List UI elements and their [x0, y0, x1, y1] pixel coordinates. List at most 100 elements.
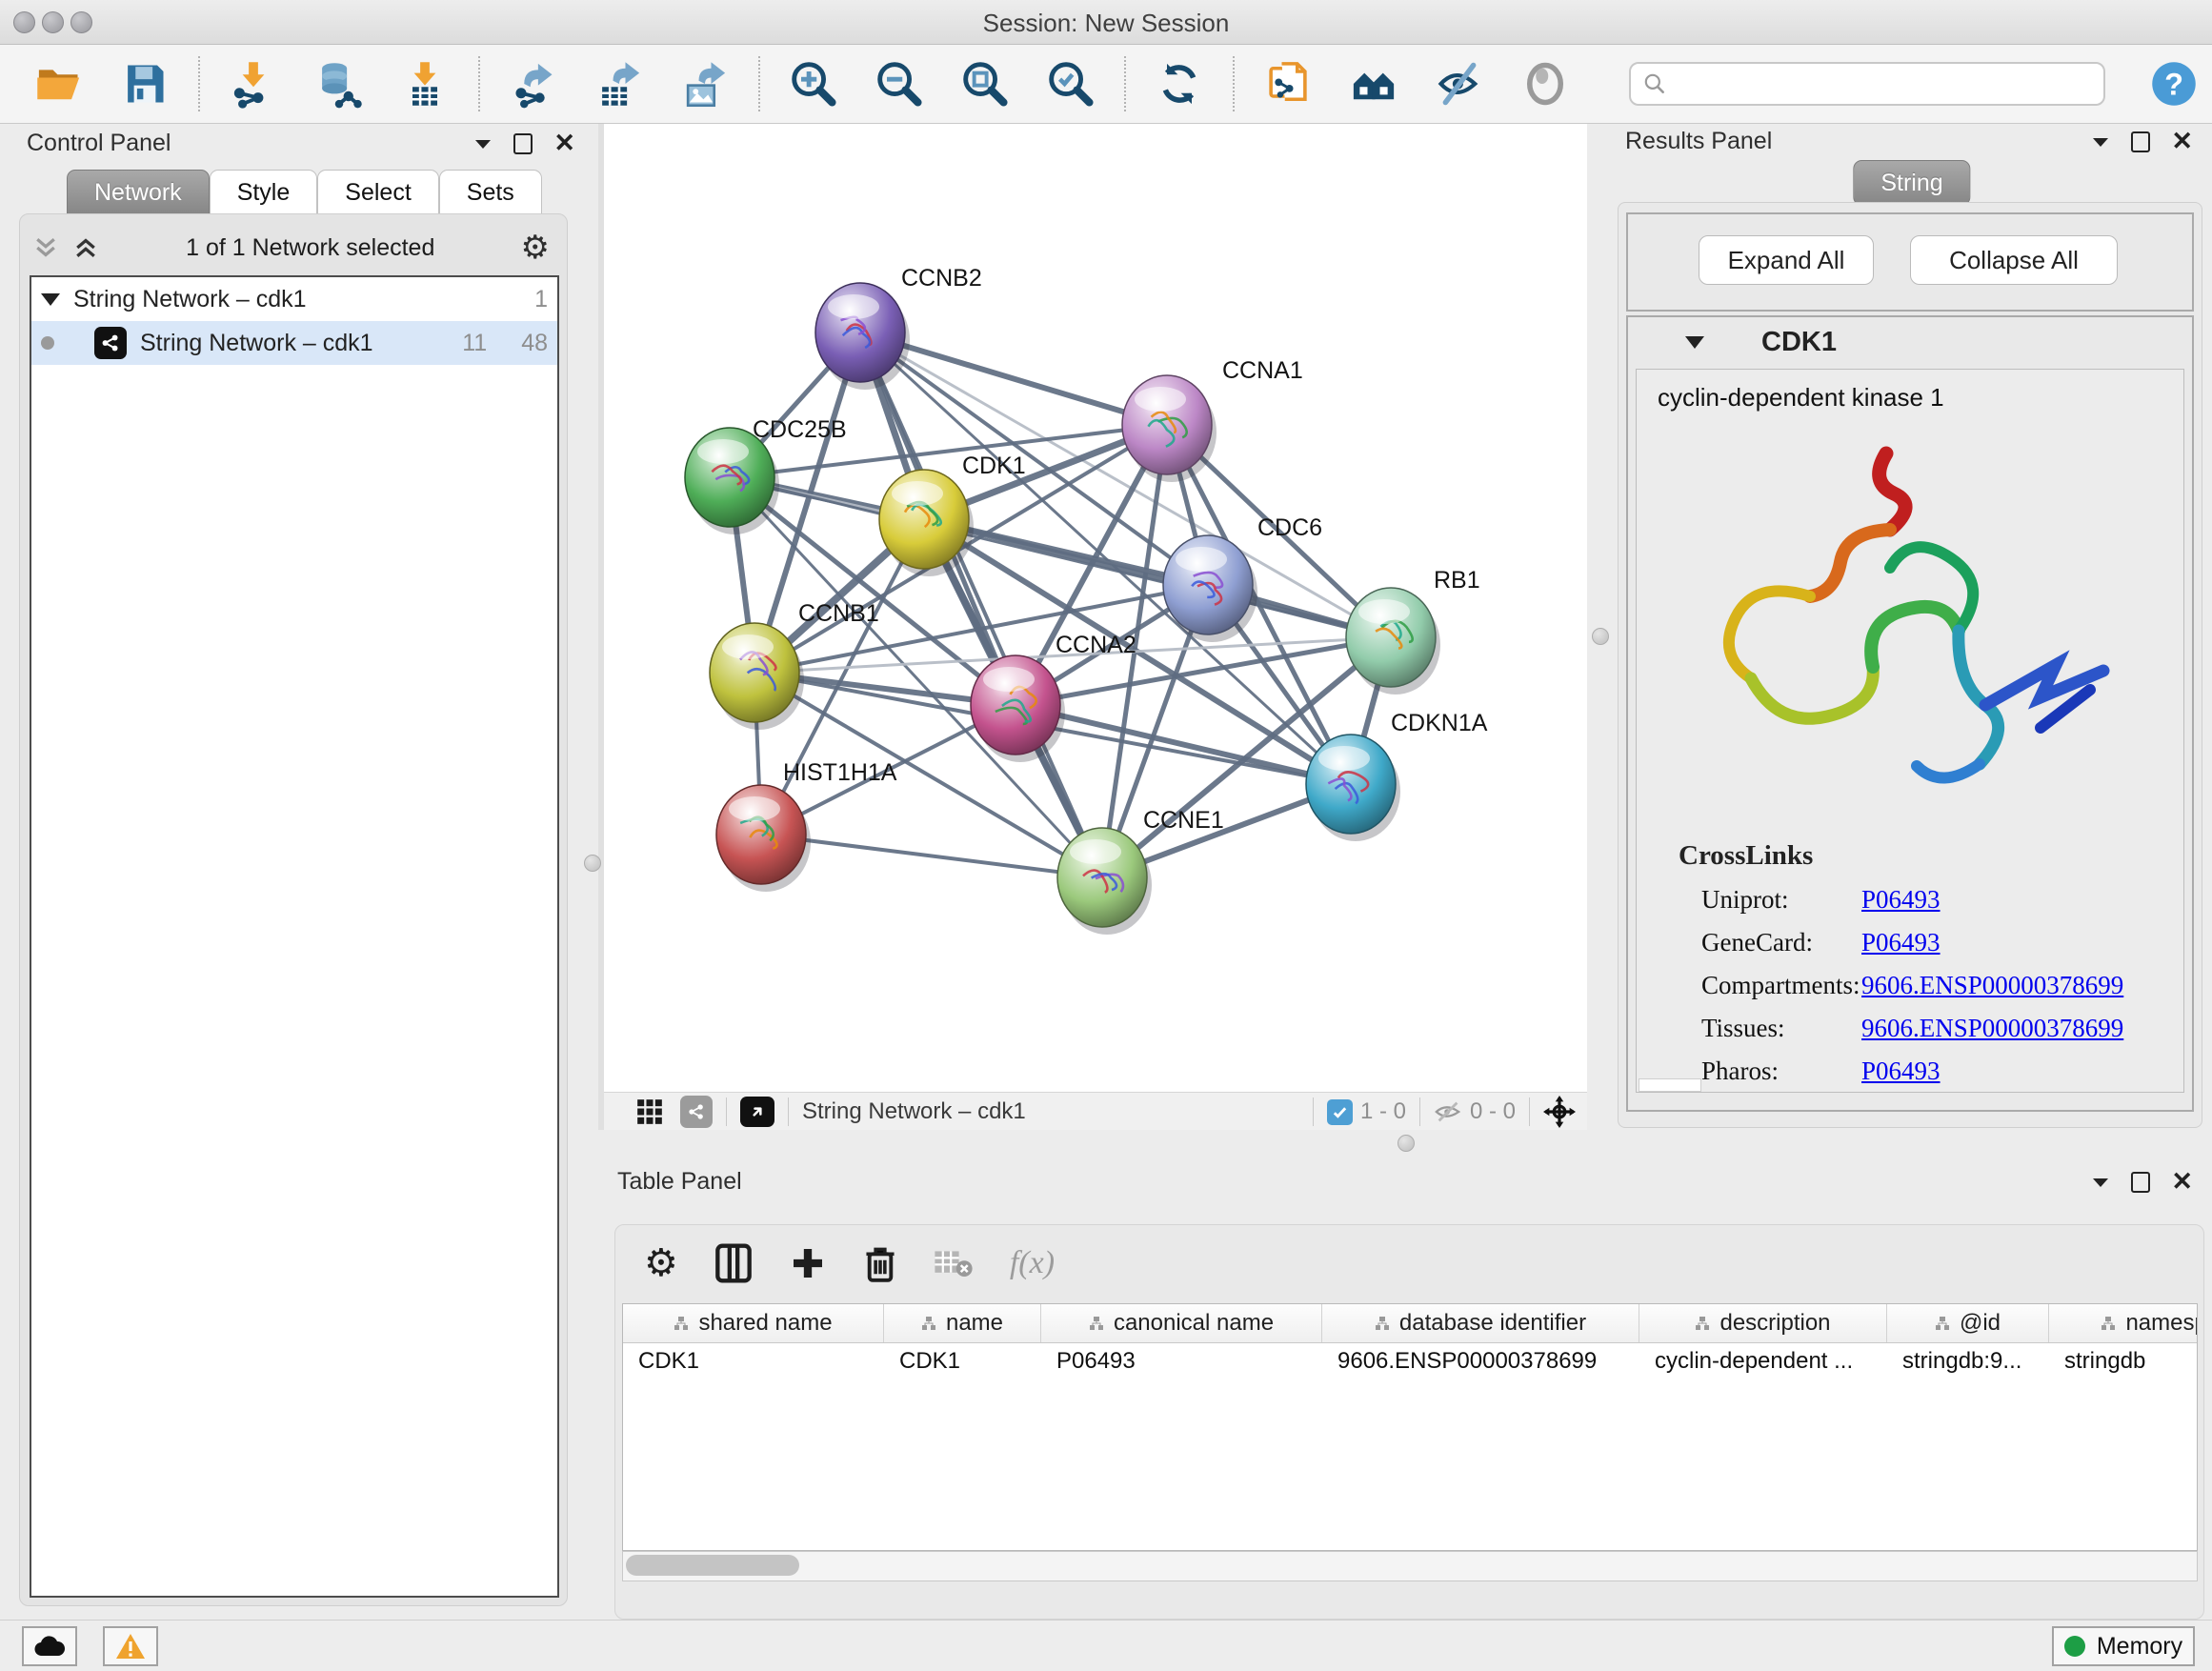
import-network-file-icon[interactable]	[227, 57, 280, 111]
network-row[interactable]: String Network – cdk1 11 48	[31, 321, 557, 365]
left-splitter-handle[interactable]	[584, 855, 601, 872]
show-columns-icon[interactable]	[714, 1242, 753, 1284]
collapse-gene-icon[interactable]	[1685, 336, 1704, 349]
table-horizontal-scrollbar[interactable]	[622, 1551, 2198, 1581]
network-collection-row[interactable]: String Network – cdk1 1	[31, 277, 557, 321]
open-session-icon[interactable]	[32, 57, 86, 111]
results-panel-title: Results Panel	[1625, 128, 1772, 155]
collapse-all-button[interactable]: Collapse All	[1910, 235, 2118, 285]
right-splitter-handle[interactable]	[1592, 628, 1609, 645]
column-header[interactable]: canonical name	[1041, 1304, 1322, 1342]
memory-button[interactable]: Memory	[2052, 1626, 2195, 1666]
export-image-icon[interactable]	[678, 57, 732, 111]
search-field[interactable]	[1667, 65, 2103, 103]
network-node-cdc25b[interactable]: CDC25B	[685, 416, 847, 534]
export-network-icon[interactable]	[507, 57, 560, 111]
close-panel-icon[interactable]: ✕	[2171, 1169, 2193, 1195]
gene-name: CDK1	[1761, 327, 1837, 358]
table-cell[interactable]: stringdb:9...	[1887, 1343, 2049, 1381]
column-network-icon	[1695, 1316, 1710, 1331]
hide-graphics-details-icon[interactable]	[1433, 57, 1486, 111]
save-session-icon[interactable]	[118, 57, 171, 111]
close-panel-icon[interactable]: ✕	[2171, 129, 2193, 154]
tab-network[interactable]: Network	[67, 170, 210, 215]
crosslink-link[interactable]: P06493	[1861, 1057, 1941, 1086]
birds-eye-icon[interactable]	[740, 1097, 774, 1127]
refresh-icon[interactable]	[1153, 57, 1206, 111]
network-node-rb1[interactable]: RB1	[1346, 567, 1480, 695]
collapse-all-icon[interactable]	[31, 233, 60, 262]
network-node-hist1h1a[interactable]: HIST1H1A	[716, 759, 897, 892]
selected-checkbox-icon[interactable]	[1327, 1099, 1353, 1125]
network-node-ccnb1[interactable]: CCNB1	[710, 600, 879, 730]
maximize-panel-icon[interactable]	[513, 133, 533, 154]
zoom-selected-icon[interactable]	[1044, 57, 1097, 111]
zoom-out-icon[interactable]	[873, 57, 926, 111]
crosslink-link[interactable]: 9606.ENSP00000378699	[1861, 971, 2123, 1000]
table-cell[interactable]: P06493	[1041, 1343, 1322, 1381]
right-splitter[interactable]	[1587, 124, 1612, 1130]
float-panel-icon[interactable]	[2091, 1176, 2110, 1189]
network-node-cdk1[interactable]: CDK1	[879, 453, 1026, 576]
column-header[interactable]: shared name	[623, 1304, 884, 1342]
zoom-fit-icon[interactable]	[958, 57, 1012, 111]
show-all-networks-icon[interactable]	[1347, 57, 1400, 111]
table-scrollbar-thumb[interactable]	[626, 1555, 799, 1576]
crosslink-link[interactable]: P06493	[1861, 885, 1941, 915]
gene-section-header[interactable]: CDK1	[1628, 317, 2192, 367]
warning-button[interactable]	[103, 1626, 158, 1666]
annotations-icon[interactable]	[1261, 57, 1315, 111]
float-panel-icon[interactable]	[2091, 135, 2110, 149]
export-table-icon[interactable]	[593, 57, 646, 111]
crosslink-link[interactable]: P06493	[1861, 928, 1941, 957]
gear-icon[interactable]: ⚙	[521, 229, 550, 267]
table-cell[interactable]: stringdb	[2049, 1343, 2198, 1381]
import-table-file-icon[interactable]	[398, 57, 452, 111]
zoom-in-icon[interactable]	[787, 57, 840, 111]
crosslink-link[interactable]: 9606.ENSP00000378699	[1861, 1014, 2123, 1043]
column-header[interactable]: namespace	[2049, 1304, 2198, 1342]
eye-icon[interactable]	[1518, 57, 1572, 111]
table-settings-gear-icon[interactable]: ⚙	[644, 1241, 678, 1285]
float-panel-icon[interactable]	[473, 137, 493, 151]
close-panel-icon[interactable]: ✕	[553, 131, 575, 156]
table-row[interactable]: CDK1CDK1P064939606.ENSP00000378699cyclin…	[623, 1343, 2197, 1381]
network-node-cdc6[interactable]: CDC6	[1163, 514, 1322, 642]
tab-style[interactable]: Style	[210, 170, 318, 215]
table-cell[interactable]: cyclin-dependent ...	[1639, 1343, 1887, 1381]
table-cell[interactable]: CDK1	[623, 1343, 884, 1381]
column-header[interactable]: description	[1639, 1304, 1887, 1342]
pan-crosshair-icon[interactable]	[1543, 1096, 1576, 1128]
network-node-cdkn1a[interactable]: CDKN1A	[1306, 710, 1488, 841]
column-header-label: canonical name	[1114, 1310, 1274, 1337]
table-cell[interactable]: CDK1	[884, 1343, 1041, 1381]
maximize-panel-icon[interactable]	[2131, 1172, 2150, 1193]
column-header[interactable]: database identifier	[1322, 1304, 1639, 1342]
column-header[interactable]: name	[884, 1304, 1041, 1342]
network-view-mode-icon[interactable]	[680, 1096, 713, 1128]
tab-string[interactable]: String	[1853, 160, 1970, 206]
expand-all-icon[interactable]	[71, 233, 100, 262]
network-graph[interactable]: CCNB2CCNA1CDC25BCDK1CDC6RB1CCNB1CCNA2CDK…	[604, 124, 1587, 1092]
import-network-database-icon[interactable]	[312, 57, 366, 111]
cloud-button[interactable]	[22, 1626, 77, 1666]
collapse-collection-icon[interactable]	[41, 293, 60, 306]
search-input[interactable]	[1629, 62, 2105, 106]
expand-all-button[interactable]: Expand All	[1699, 235, 1874, 285]
network-node-ccnb2[interactable]: CCNB2	[815, 265, 982, 390]
results-scrollbar[interactable]	[1639, 1078, 1701, 1092]
horizontal-splitter-handle[interactable]	[1398, 1135, 1415, 1152]
network-edge[interactable]	[761, 835, 1102, 877]
network-view[interactable]: CCNB2CCNA1CDC25BCDK1CDC6RB1CCNB1CCNA2CDK…	[604, 124, 1587, 1092]
maximize-panel-icon[interactable]	[2131, 131, 2150, 152]
delete-trash-icon[interactable]	[863, 1243, 897, 1283]
create-column-plus-icon[interactable]	[789, 1244, 827, 1282]
tab-select[interactable]: Select	[317, 170, 438, 215]
grid-view-icon[interactable]	[636, 1098, 663, 1125]
column-header[interactable]: @id	[1887, 1304, 2049, 1342]
help-icon[interactable]: ?	[2147, 57, 2201, 111]
network-node-ccna1[interactable]: CCNA1	[1122, 357, 1303, 482]
table-cell[interactable]: 9606.ENSP00000378699	[1322, 1343, 1639, 1381]
tab-sets[interactable]: Sets	[439, 170, 542, 215]
network-node-ccne1[interactable]: CCNE1	[1057, 807, 1224, 935]
